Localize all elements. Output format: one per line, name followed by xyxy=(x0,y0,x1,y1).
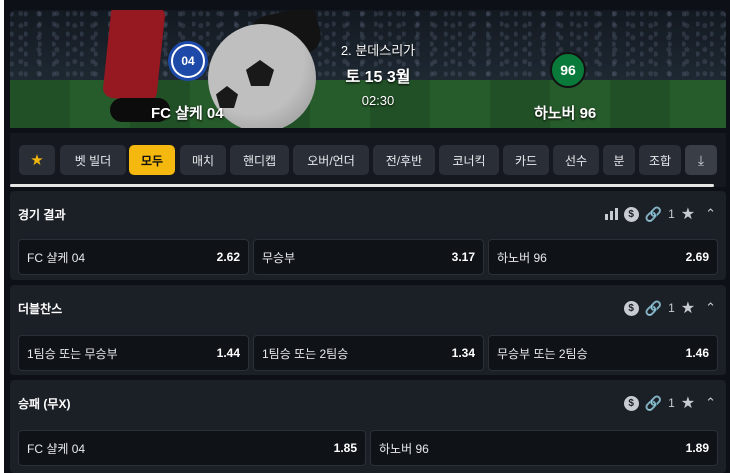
link-count: 1 xyxy=(668,207,675,221)
link-icon[interactable]: 🔗 xyxy=(645,206,662,223)
chevron-up-icon[interactable]: ⌃ xyxy=(705,206,716,222)
chevron-up-icon[interactable]: ⌃ xyxy=(705,300,716,316)
market-tools: $ 🔗 1 ★ ⌃ xyxy=(623,298,716,318)
market-double-chance: 더블찬스 $ 🔗 1 ★ ⌃ 1팀승 또는 무승부 1.44 1팀승 또는 2팀… xyxy=(10,285,726,375)
home-team-logo: 04 xyxy=(168,41,208,81)
favorite-star-icon[interactable]: ★ xyxy=(681,204,695,224)
match-date: 토 15 3월 xyxy=(345,69,411,86)
market-tools: $ 🔗 1 ★ ⌃ xyxy=(623,393,716,413)
tab-over-under[interactable]: 오버/언더 xyxy=(293,145,369,175)
left-edge-strip xyxy=(0,0,4,473)
market-title: 더블찬스 xyxy=(18,302,63,316)
market-match-result: 경기 결과 $ 🔗 1 ★ ⌃ FC 샬케 04 2.62 무승부 3.17 하… xyxy=(10,191,726,280)
odd-home[interactable]: FC 샬케 04 2.62 xyxy=(18,239,249,275)
schalke-crest-icon: 04 xyxy=(173,46,203,76)
away-team-logo: 96 xyxy=(550,52,586,88)
match-hero-banner: 04 96 FC 샬케 04 하노버 96 2. 분데스리가 토 15 3월 0… xyxy=(10,10,726,128)
odd-draw-or-away[interactable]: 무승부 또는 2팀승 1.46 xyxy=(488,335,718,371)
odd-away[interactable]: 하노버 96 2.69 xyxy=(488,239,718,275)
tab-match[interactable]: 매치 xyxy=(180,145,226,175)
odd-home-or-away[interactable]: 1팀승 또는 2팀승 1.34 xyxy=(253,335,484,371)
market-tabs: ★ 벳 빌더 모두 매치 핸디캡 오버/언더 전/후반 코너킥 카드 선수 분 … xyxy=(10,133,726,187)
tab-combo[interactable]: 조합 xyxy=(639,145,681,175)
favorite-star-icon[interactable]: ★ xyxy=(681,393,695,413)
hannover-crest-icon: 96 xyxy=(560,62,576,78)
tab-minutes[interactable]: 분 xyxy=(603,145,635,175)
market-tools: $ 🔗 1 ★ ⌃ xyxy=(604,204,716,224)
tab-players[interactable]: 선수 xyxy=(553,145,599,175)
league-name: 2. 분데스리가 xyxy=(340,43,416,58)
tab-handicap[interactable]: 핸디캡 xyxy=(230,145,289,175)
market-header[interactable]: 승패 (무X) $ 🔗 1 ★ ⌃ xyxy=(10,380,726,426)
home-team-name: FC 샬케 04 xyxy=(151,105,224,122)
tab-all[interactable]: 모두 xyxy=(129,145,175,175)
odd-home-or-draw[interactable]: 1팀승 또는 무승부 1.44 xyxy=(18,335,249,371)
odds-row: FC 샬케 04 2.62 무승부 3.17 하노버 96 2.69 xyxy=(18,239,718,275)
cashout-icon[interactable]: $ xyxy=(623,395,639,411)
tab-bet-builder[interactable]: 벳 빌더 xyxy=(60,145,126,175)
tab-cards[interactable]: 카드 xyxy=(503,145,549,175)
cashout-icon[interactable]: $ xyxy=(623,300,639,316)
chevron-up-icon[interactable]: ⌃ xyxy=(705,395,716,411)
match-time: 02:30 xyxy=(361,93,395,108)
market-draw-no-bet: 승패 (무X) $ 🔗 1 ★ ⌃ FC 샬케 04 1.85 하노버 96 1… xyxy=(10,380,726,473)
odd-home[interactable]: FC 샬케 04 1.85 xyxy=(18,430,366,466)
link-icon[interactable]: 🔗 xyxy=(645,300,662,317)
market-title: 경기 결과 xyxy=(18,208,66,222)
odds-row: FC 샬케 04 1.85 하노버 96 1.89 xyxy=(18,430,718,466)
odds-row: 1팀승 또는 무승부 1.44 1팀승 또는 2팀승 1.34 무승부 또는 2… xyxy=(18,335,718,371)
market-header[interactable]: 경기 결과 $ 🔗 1 ★ ⌃ xyxy=(10,191,726,237)
cashout-icon[interactable]: $ xyxy=(623,206,639,222)
tab-favorites[interactable]: ★ xyxy=(19,145,55,175)
link-count: 1 xyxy=(668,301,675,315)
away-team-name: 하노버 96 xyxy=(534,105,597,122)
tab-corners[interactable]: 코너킥 xyxy=(439,145,499,175)
odd-away[interactable]: 하노버 96 1.89 xyxy=(370,430,718,466)
stats-icon[interactable] xyxy=(604,208,618,220)
tab-half[interactable]: 전/후반 xyxy=(373,145,435,175)
match-info: 2. 분데스리가 토 15 3월 02:30 xyxy=(328,40,428,108)
star-icon: ★ xyxy=(30,152,44,169)
market-header[interactable]: 더블찬스 $ 🔗 1 ★ ⌃ xyxy=(10,285,726,331)
collapse-icon: ⤓ xyxy=(697,151,705,168)
link-count: 1 xyxy=(668,396,675,410)
market-title: 승패 (무X) xyxy=(18,397,71,411)
favorite-star-icon[interactable]: ★ xyxy=(681,298,695,318)
link-icon[interactable]: 🔗 xyxy=(645,395,662,412)
tabs-collapse-button[interactable]: ⤓ xyxy=(685,145,717,175)
tabs-scrollbar[interactable] xyxy=(10,184,714,187)
odd-draw[interactable]: 무승부 3.17 xyxy=(253,239,484,275)
